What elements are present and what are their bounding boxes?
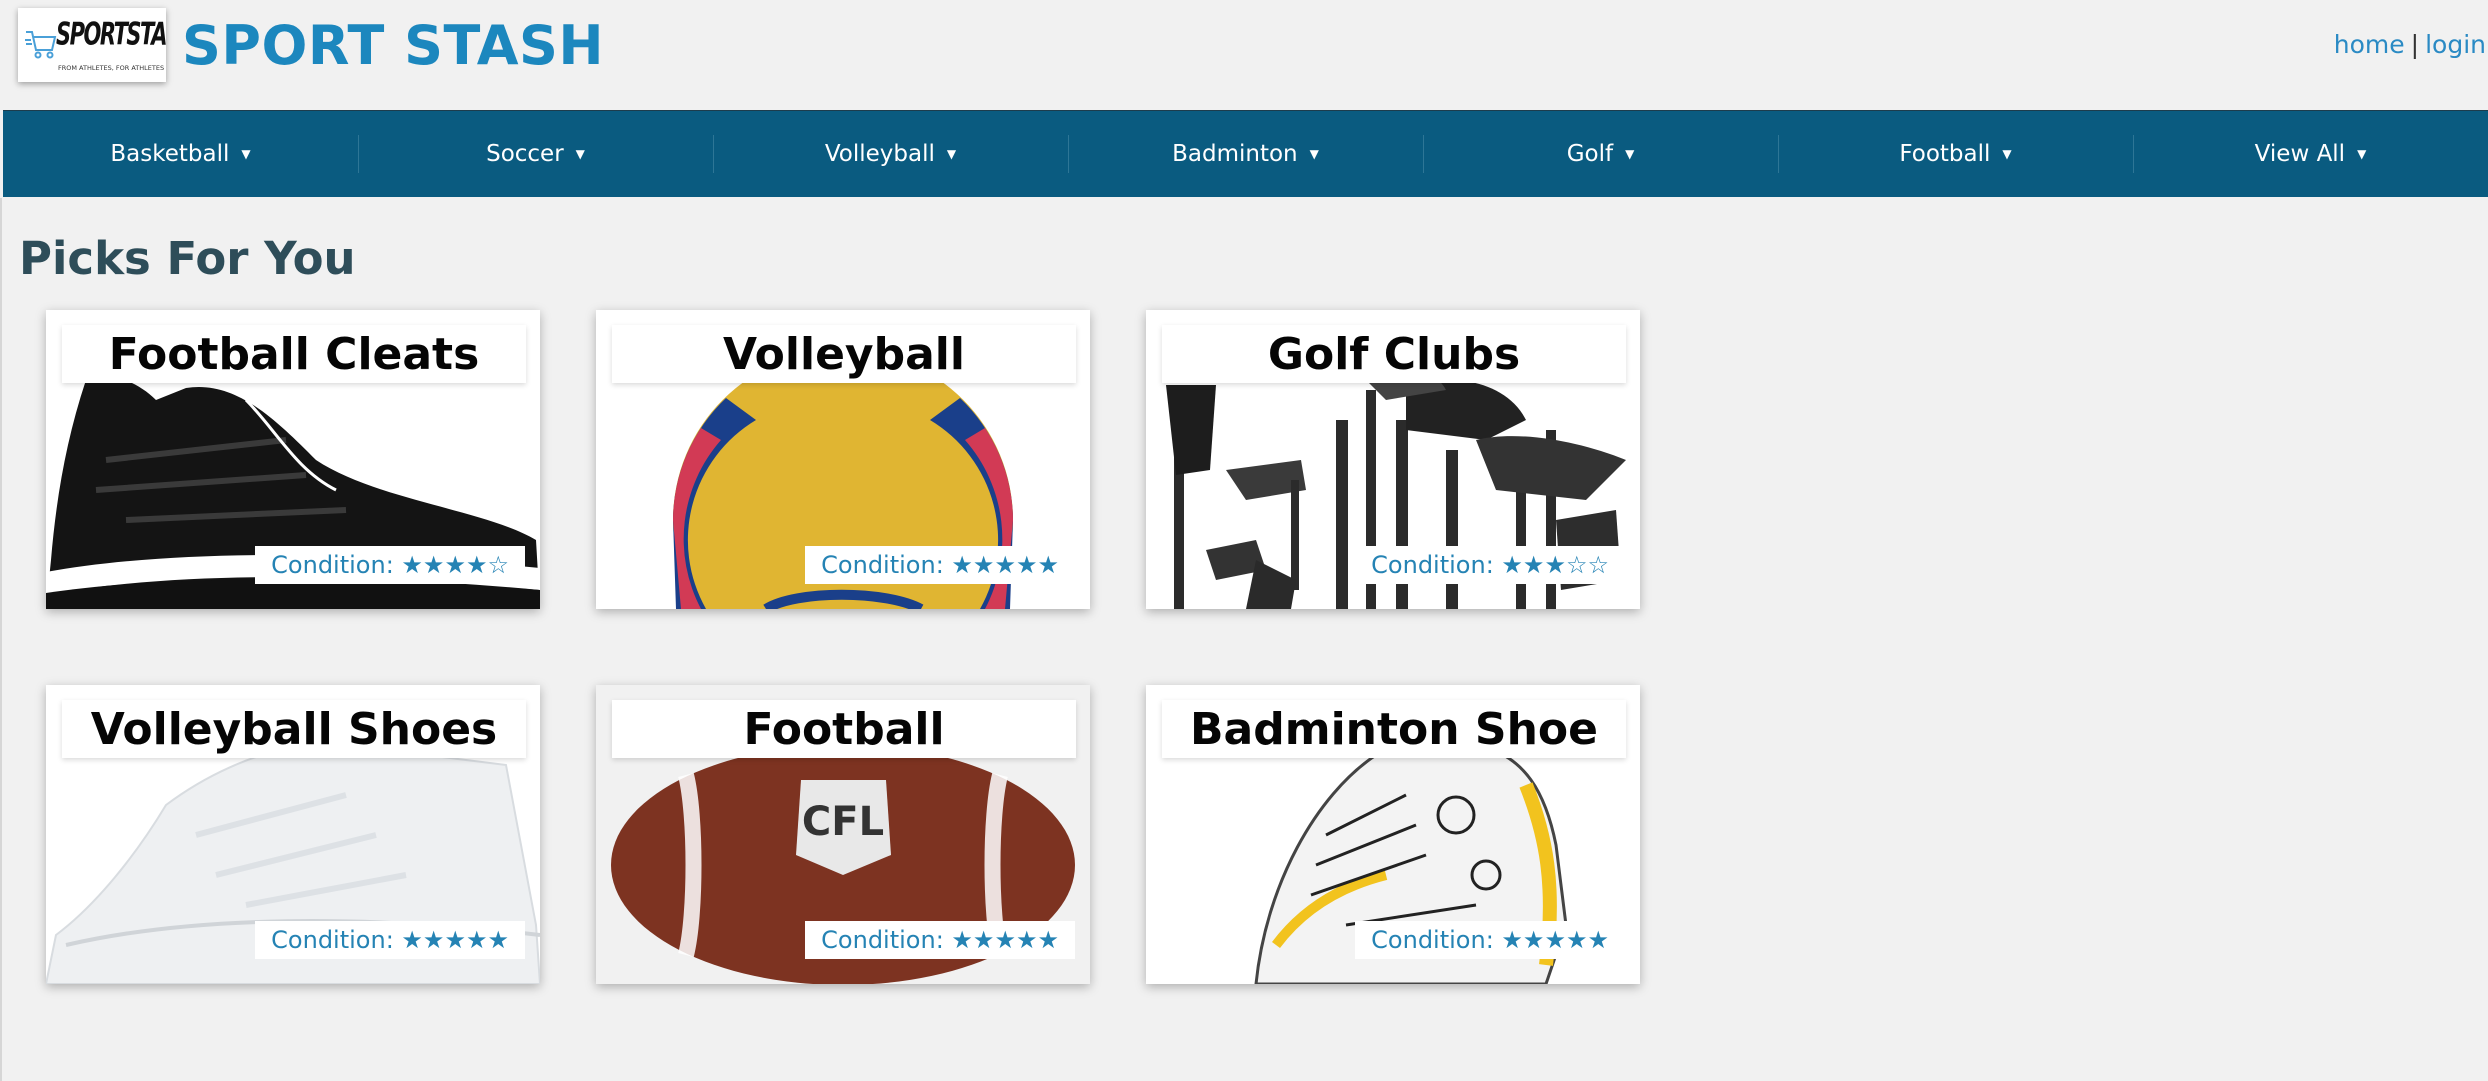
card-condition: Condition: ★★★★★ [1355, 921, 1625, 959]
home-link[interactable]: home [2334, 30, 2405, 59]
nav-item-label: Football [1899, 141, 1991, 167]
caret-down-icon: ▼ [2357, 147, 2367, 161]
svg-text:CFL: CFL [802, 799, 884, 845]
caret-down-icon: ▼ [575, 147, 585, 161]
product-card-golf-clubs[interactable]: Golf Clubs Condition: ★★★☆☆ [1146, 310, 1640, 609]
card-title: Volleyball [612, 325, 1076, 383]
logo-tagline: FROM ATHLETES, FOR ATHLETES [58, 64, 165, 72]
product-card-badminton-shoe[interactable]: Badminton Shoe Condition: ★★★★★ [1146, 685, 1640, 984]
header: SPORTSTASH FROM ATHLETES, FOR ATHLETES S… [0, 0, 2488, 108]
link-separator: | [2410, 30, 2420, 59]
caret-down-icon: ▼ [2002, 147, 2012, 161]
card-condition: Condition: ★★★★★ [255, 921, 525, 959]
nav-item-volleyball[interactable]: Volleyball ▼ [713, 111, 1068, 197]
product-card-volleyball[interactable]: Volleyball Condition: ★★★★★ [596, 310, 1090, 609]
site-logo[interactable]: SPORTSTASH FROM ATHLETES, FOR ATHLETES [18, 8, 166, 82]
login-link[interactable]: login [2425, 30, 2486, 59]
product-card-football-cleats[interactable]: Football Cleats Condition: ★★★★☆ [46, 310, 540, 609]
card-condition: Condition: ★★★★★ [805, 921, 1075, 959]
card-title: Volleyball Shoes [62, 700, 526, 758]
logo-brand-text: SPORTSTASH [56, 16, 166, 52]
nav-item-view-all[interactable]: View All ▼ [2133, 111, 2488, 197]
divider [0, 198, 2, 1081]
product-card-volleyball-shoes[interactable]: Volleyball Shoes Condition: ★★★★★ [46, 685, 540, 984]
nav-item-label: Badminton [1172, 141, 1298, 167]
card-title: Golf Clubs [1162, 325, 1626, 383]
shopping-cart-icon [25, 31, 57, 59]
card-title: Badminton Shoe [1162, 700, 1626, 758]
nav-item-label: Golf [1566, 141, 1614, 167]
card-condition: Condition: ★★★★☆ [255, 546, 525, 584]
nav-item-badminton[interactable]: Badminton ▼ [1068, 111, 1423, 197]
nav-item-soccer[interactable]: Soccer ▼ [358, 111, 713, 197]
nav-item-label: Basketball [110, 141, 230, 167]
nav-item-golf[interactable]: Golf ▼ [1423, 111, 1778, 197]
caret-down-icon: ▼ [1625, 147, 1635, 161]
product-card-football[interactable]: CFL Football Condition: ★★★★★ [596, 685, 1090, 984]
top-links: home | login [2334, 30, 2486, 59]
card-condition: Condition: ★★★☆☆ [1355, 546, 1625, 584]
nav-item-label: Soccer [486, 141, 564, 167]
nav-item-basketball[interactable]: Basketball ▼ [3, 111, 358, 197]
card-title: Football Cleats [62, 325, 526, 383]
nav-item-football[interactable]: Football ▼ [1778, 111, 2133, 197]
card-condition: Condition: ★★★★★ [805, 546, 1075, 584]
caret-down-icon: ▼ [946, 147, 957, 161]
nav-item-label: View All [2254, 141, 2346, 167]
category-nav: Basketball ▼ Soccer ▼ Volleyball ▼ Badmi… [3, 110, 2488, 197]
card-title: Football [612, 700, 1076, 758]
caret-down-icon: ▼ [241, 147, 251, 161]
section-title: Picks For You [19, 232, 356, 285]
site-title[interactable]: SPORT STASH [182, 14, 604, 77]
caret-down-icon: ▼ [1309, 147, 1319, 161]
nav-item-label: Volleyball [824, 141, 935, 167]
